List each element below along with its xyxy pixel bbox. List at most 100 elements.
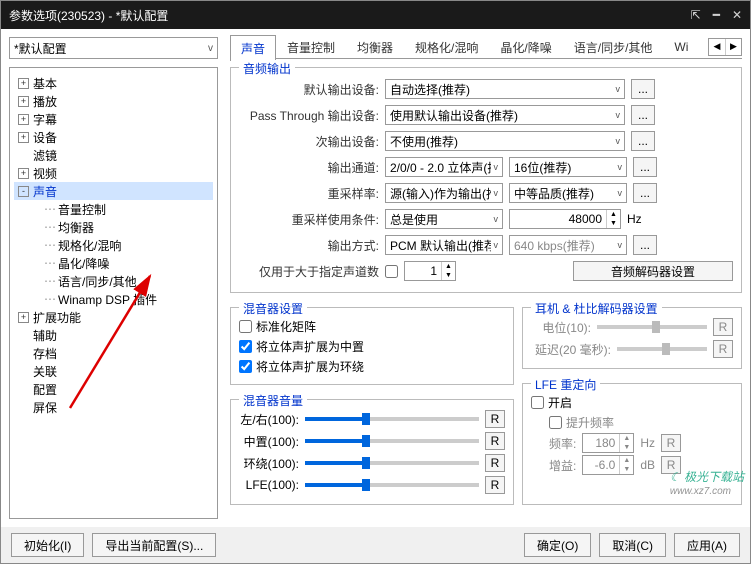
chevron-down-icon: v <box>613 110 621 120</box>
tab-1[interactable]: 音量控制 <box>276 34 346 60</box>
tree-item-10[interactable]: ⋯晶化/降噪 <box>14 254 213 272</box>
surround-reset[interactable]: R <box>485 454 505 472</box>
tab-4[interactable]: 晶化/降噪 <box>489 34 562 60</box>
tab-scroll-left[interactable]: ◀ <box>709 39 725 55</box>
quality-more[interactable]: ... <box>633 183 657 203</box>
collapse-icon[interactable]: - <box>18 186 29 197</box>
chevron-down-icon: v <box>615 188 623 198</box>
lr-reset[interactable]: R <box>485 410 505 428</box>
expand-icon[interactable]: + <box>18 132 29 143</box>
freq-spinner[interactable]: 180▲▼ <box>582 433 634 453</box>
stereo-to-surround-check[interactable]: 将立体声扩展为环绕 <box>239 356 505 376</box>
pot-slider[interactable] <box>597 325 707 329</box>
tab-2[interactable]: 均衡器 <box>346 34 404 60</box>
tree-item-15[interactable]: ·存档 <box>14 344 213 362</box>
delay-reset[interactable]: R <box>713 340 733 358</box>
expand-icon[interactable]: + <box>18 168 29 179</box>
tree-item-label: 基本 <box>33 75 57 92</box>
tree-item-0[interactable]: + 基本 <box>14 74 213 92</box>
tree-item-1[interactable]: +播放 <box>14 92 213 110</box>
freq-reset[interactable]: R <box>661 434 681 452</box>
tree-item-5[interactable]: +视频 <box>14 164 213 182</box>
tree-item-18[interactable]: ·屏保 <box>14 398 213 416</box>
expand-icon[interactable]: + <box>18 96 29 107</box>
spinner-down-icon[interactable]: ▼ <box>607 219 620 228</box>
delay-slider[interactable] <box>617 347 707 351</box>
lfe-enable-check[interactable]: 开启 <box>531 392 733 412</box>
tab-5[interactable]: 语言/同步/其他 <box>563 34 664 60</box>
lfe-reset[interactable]: R <box>485 476 505 494</box>
tree-item-3[interactable]: +设备 <box>14 128 213 146</box>
default-device-select[interactable]: 自动选择(推荐)v <box>385 79 625 99</box>
default-device-label: 默认输出设备: <box>239 81 379 98</box>
expand-icon[interactable]: + <box>18 78 29 89</box>
tree-item-label: 均衡器 <box>58 219 94 236</box>
minimize-icon[interactable]: ━ <box>713 8 720 22</box>
tab-3[interactable]: 规格化/混响 <box>404 34 489 60</box>
pot-reset[interactable]: R <box>713 318 733 336</box>
normalize-matrix-check[interactable]: 标准化矩阵 <box>239 316 505 336</box>
section-title: LFE 重定向 <box>531 376 600 393</box>
initialize-button[interactable]: 初始化(I) <box>11 533 84 557</box>
channel-more[interactable]: ... <box>633 157 657 177</box>
only-above-checkbox[interactable] <box>385 265 398 278</box>
format-more[interactable]: ... <box>633 235 657 255</box>
resample-select[interactable]: 源(输入)作为输出(推荐)v <box>385 183 503 203</box>
audio-decoder-settings-button[interactable]: 音频解码器设置 <box>573 261 733 281</box>
bitrate-select[interactable]: 640 kbps(推荐)v <box>509 235 627 255</box>
expand-icon[interactable]: + <box>18 114 29 125</box>
section-title: 耳机 & 杜比解码器设置 <box>531 300 662 317</box>
tree-item-9[interactable]: ⋯规格化/混响 <box>14 236 213 254</box>
secondary-device-more[interactable]: ... <box>631 131 655 151</box>
tree-item-7[interactable]: ⋯音量控制 <box>14 200 213 218</box>
tab-scroll-right[interactable]: ▶ <box>725 39 741 55</box>
spinner-down-icon[interactable]: ▼ <box>442 271 455 280</box>
lr-slider[interactable] <box>305 417 479 421</box>
gain-spinner[interactable]: -6.0▲▼ <box>582 455 634 475</box>
expand-icon[interactable]: + <box>18 312 29 323</box>
sample-rate-spinner[interactable]: 48000▲▼ <box>509 209 621 229</box>
passthrough-select[interactable]: 使用默认输出设备(推荐)v <box>385 105 625 125</box>
channel-label: 输出通道: <box>239 159 379 176</box>
chevron-down-icon: v <box>208 43 213 54</box>
secondary-device-select[interactable]: 不使用(推荐)v <box>385 131 625 151</box>
default-device-more[interactable]: ... <box>631 79 655 99</box>
tree-item-13[interactable]: +扩展功能 <box>14 308 213 326</box>
tree-item-6[interactable]: -声音 <box>14 182 213 200</box>
export-config-button[interactable]: 导出当前配置(S)... <box>92 533 216 557</box>
gain-reset[interactable]: R <box>661 456 681 474</box>
tab-6[interactable]: Wi <box>663 35 699 58</box>
profile-combo[interactable]: *默认配置 v <box>9 37 218 59</box>
spinner-up-icon[interactable]: ▲ <box>442 262 455 271</box>
only-above-spinner[interactable]: 1▲▼ <box>404 261 456 281</box>
apply-button[interactable]: 应用(A) <box>674 533 740 557</box>
tree-item-17[interactable]: ·配置 <box>14 380 213 398</box>
tree-item-8[interactable]: ⋯均衡器 <box>14 218 213 236</box>
delay-label: 延迟(20 毫秒): <box>531 341 611 358</box>
ok-button[interactable]: 确定(O) <box>524 533 591 557</box>
tree-item-16[interactable]: ·关联 <box>14 362 213 380</box>
quality-select[interactable]: 中等品质(推荐)v <box>509 183 627 203</box>
surround-slider[interactable] <box>305 461 479 465</box>
tree-item-label: 字幕 <box>33 111 57 128</box>
tree-item-4[interactable]: ·滤镜 <box>14 146 213 164</box>
cancel-button[interactable]: 取消(C) <box>599 533 666 557</box>
tab-0[interactable]: 声音 <box>230 35 276 61</box>
lfe-boost-check[interactable]: 提升频率 <box>531 412 733 432</box>
tree-item-2[interactable]: + 字幕 <box>14 110 213 128</box>
stereo-to-center-check[interactable]: 将立体声扩展为中置 <box>239 336 505 356</box>
pin-icon[interactable]: ⇱ <box>691 8 701 22</box>
resample-cond-select[interactable]: 总是使用v <box>385 209 503 229</box>
lfe-slider[interactable] <box>305 483 479 487</box>
tree-item-14[interactable]: ·辅助 <box>14 326 213 344</box>
tree-item-12[interactable]: ⋯Winamp DSP 插件 <box>14 290 213 308</box>
channel-select[interactable]: 2/0/0 - 2.0 立体声(推荐)v <box>385 157 503 177</box>
passthrough-more[interactable]: ... <box>631 105 655 125</box>
output-format-select[interactable]: PCM 默认输出(推荐)v <box>385 235 503 255</box>
close-icon[interactable]: ✕ <box>732 8 742 22</box>
center-slider[interactable] <box>305 439 479 443</box>
tree-item-11[interactable]: ⋯语言/同步/其他 <box>14 272 213 290</box>
spinner-up-icon[interactable]: ▲ <box>607 210 620 219</box>
bits-select[interactable]: 16位(推荐)v <box>509 157 627 177</box>
center-reset[interactable]: R <box>485 432 505 450</box>
